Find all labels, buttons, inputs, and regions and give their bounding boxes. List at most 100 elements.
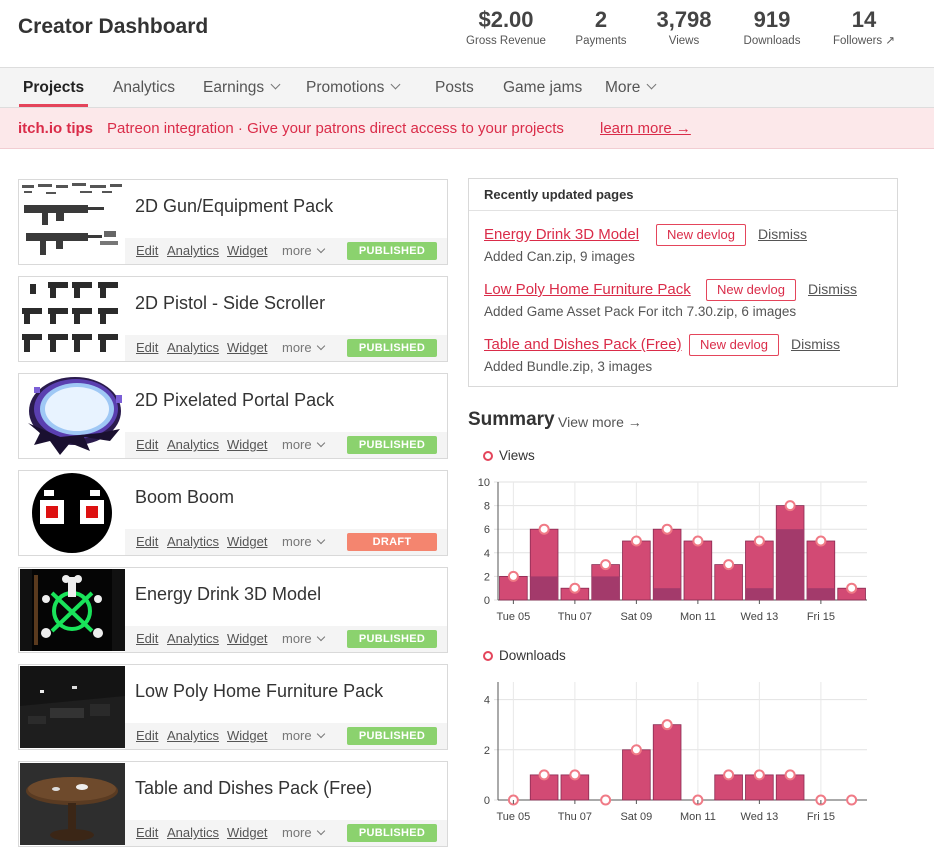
widget-link[interactable]: Widget xyxy=(227,437,267,452)
recent-item-title[interactable]: Low Poly Home Furniture Pack xyxy=(484,281,691,298)
x-tick-label: Tue 05 xyxy=(496,611,530,623)
analytics-link[interactable]: Analytics xyxy=(167,825,219,840)
recent-item-title[interactable]: Energy Drink 3D Model xyxy=(484,226,639,243)
analytics-link[interactable]: Analytics xyxy=(167,437,219,452)
more-dropdown[interactable]: more xyxy=(282,340,325,355)
bar xyxy=(622,749,651,801)
analytics-link[interactable]: Analytics xyxy=(167,243,219,258)
data-point xyxy=(846,794,858,806)
more-dropdown[interactable]: more xyxy=(282,631,325,646)
project-thumbnail[interactable] xyxy=(20,763,125,845)
project-title[interactable]: 2D Pistol - Side Scroller xyxy=(135,293,325,314)
tab-projects[interactable]: Projects xyxy=(18,68,89,108)
more-label: more xyxy=(282,437,312,452)
tab-posts[interactable]: Posts xyxy=(435,68,474,108)
edit-link[interactable]: Edit xyxy=(136,437,158,452)
data-point xyxy=(538,523,550,535)
x-tick-label: Sat 09 xyxy=(620,611,652,623)
bar xyxy=(683,540,713,601)
dismiss-link[interactable]: Dismiss xyxy=(791,336,840,352)
edit-link[interactable]: Edit xyxy=(136,728,158,743)
project-title[interactable]: Boom Boom xyxy=(135,487,234,508)
stat-value: 14 xyxy=(851,7,877,32)
stat-downloads[interactable]: 919 Downloads xyxy=(726,6,818,48)
project-title[interactable]: 2D Gun/Equipment Pack xyxy=(135,196,333,217)
analytics-link[interactable]: Analytics xyxy=(167,340,219,355)
widget-link[interactable]: Widget xyxy=(227,243,267,258)
project-title[interactable]: Energy Drink 3D Model xyxy=(135,584,321,605)
recently-updated-panel: Recently updated pages Energy Drink 3D M… xyxy=(468,178,898,387)
more-dropdown[interactable]: more xyxy=(282,728,325,743)
view-more-link[interactable]: View more → xyxy=(558,414,642,430)
widget-link[interactable]: Widget xyxy=(227,631,267,646)
project-thumbnail[interactable] xyxy=(20,375,125,457)
x-tick-label: Mon 11 xyxy=(680,811,716,823)
widget-link[interactable]: Widget xyxy=(227,728,267,743)
widget-link[interactable]: Widget xyxy=(227,534,267,549)
status-badge: PUBLISHED xyxy=(347,242,437,260)
y-tick-label: 4 xyxy=(484,695,490,707)
more-dropdown[interactable]: more xyxy=(282,534,325,549)
project-title[interactable]: Table and Dishes Pack (Free) xyxy=(135,778,372,799)
learn-more-link[interactable]: learn more → xyxy=(600,108,691,149)
project-thumbnail[interactable] xyxy=(20,181,125,263)
more-dropdown[interactable]: more xyxy=(282,243,325,258)
stat-views[interactable]: 3,798 Views xyxy=(638,6,730,48)
analytics-link[interactable]: Analytics xyxy=(167,631,219,646)
x-tick-label: Thu 07 xyxy=(558,811,592,823)
stat-gross-revenue[interactable]: $2.00 Gross Revenue xyxy=(460,6,552,48)
new-devlog-button[interactable]: New devlog xyxy=(656,224,746,246)
project-actions: Edit Analytics Widget more PUBLISHED xyxy=(125,238,447,264)
views-legend[interactable]: Views xyxy=(483,448,535,463)
data-point xyxy=(507,570,519,582)
status-badge: PUBLISHED xyxy=(347,824,437,842)
tab-more[interactable]: More xyxy=(605,68,657,108)
dismiss-link[interactable]: Dismiss xyxy=(808,281,857,297)
dismiss-link[interactable]: Dismiss xyxy=(758,226,807,242)
tab-analytics[interactable]: Analytics xyxy=(113,68,175,108)
project-thumbnail[interactable] xyxy=(20,569,125,651)
chevron-down-icon xyxy=(316,826,325,836)
widget-link[interactable]: Widget xyxy=(227,825,267,840)
project-thumbnail[interactable] xyxy=(20,472,125,554)
widget-link[interactable]: Widget xyxy=(227,340,267,355)
edit-link[interactable]: Edit xyxy=(136,534,158,549)
new-devlog-button[interactable]: New devlog xyxy=(706,279,796,301)
recent-item-desc: Added Game Asset Pack For itch 7.30.zip,… xyxy=(484,304,797,319)
recent-item-title[interactable]: Table and Dishes Pack (Free) xyxy=(484,336,682,353)
chevron-down-icon xyxy=(646,79,657,90)
edit-link[interactable]: Edit xyxy=(136,243,158,258)
new-devlog-button[interactable]: New devlog xyxy=(689,334,779,356)
stat-label: Downloads xyxy=(743,35,801,47)
edit-link[interactable]: Edit xyxy=(136,340,158,355)
more-dropdown[interactable]: more xyxy=(282,825,325,840)
tab-earnings[interactable]: Earnings xyxy=(203,68,281,108)
x-tick-label: Mon 11 xyxy=(680,611,716,623)
edit-link[interactable]: Edit xyxy=(136,631,158,646)
tab-game-jams[interactable]: Game jams xyxy=(503,68,582,108)
stats-bar: $2.00 Gross Revenue 2 Payments 3,798 Vie… xyxy=(460,6,920,62)
project-title[interactable]: Low Poly Home Furniture Pack xyxy=(135,681,383,702)
project-thumbnail[interactable] xyxy=(20,278,125,360)
edit-link[interactable]: Edit xyxy=(136,825,158,840)
downloads-legend[interactable]: Downloads xyxy=(483,648,566,663)
analytics-link[interactable]: Analytics xyxy=(167,534,219,549)
stat-value: $2.00 xyxy=(478,7,534,32)
data-point xyxy=(600,794,612,806)
stat-label: Views xyxy=(668,35,700,47)
stat-payments[interactable]: 2 Payments xyxy=(555,6,647,48)
project-thumbnail[interactable] xyxy=(20,666,125,748)
dashboard-nav: Projects Analytics Earnings Promotions P… xyxy=(0,67,934,108)
bar-segment xyxy=(807,588,835,600)
status-badge: PUBLISHED xyxy=(347,436,437,454)
tab-promotions[interactable]: Promotions xyxy=(306,68,401,108)
analytics-link[interactable]: Analytics xyxy=(167,728,219,743)
recent-item-desc: Added Can.zip, 9 images xyxy=(484,249,635,264)
more-label: more xyxy=(282,534,312,549)
x-tick-label: Fri 15 xyxy=(807,611,835,623)
stat-label: Gross Revenue xyxy=(466,35,546,47)
stat-followers[interactable]: 14 Followers ↗ xyxy=(818,6,910,48)
project-title[interactable]: 2D Pixelated Portal Pack xyxy=(135,390,334,411)
y-tick-label: 2 xyxy=(484,745,490,757)
more-dropdown[interactable]: more xyxy=(282,437,325,452)
